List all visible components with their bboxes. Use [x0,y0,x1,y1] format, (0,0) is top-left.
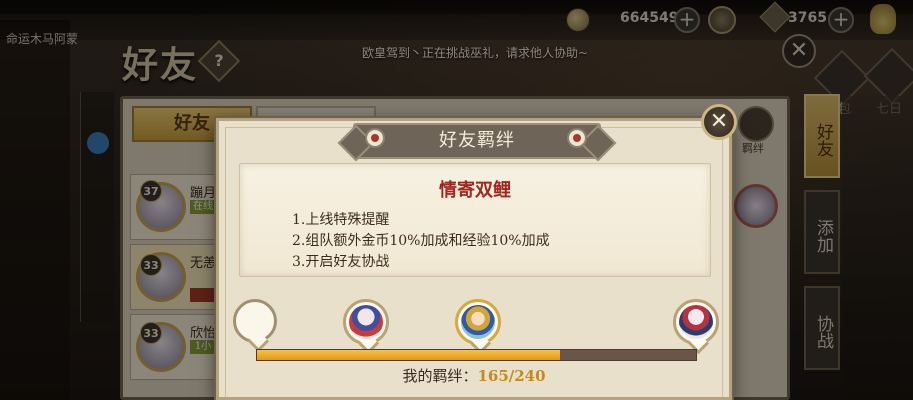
shikigami-portrait [679,305,713,339]
benefit-list: 1.上线特殊提醒 2.组队额外金币10%加成和经验10%加成 3.开启好友协战 [292,210,550,273]
bond-progress-fill [257,350,560,360]
modal-header: 好友羁绊 [353,123,601,159]
benefit-card: 情寄双鲤 1.上线特殊提醒 2.组队额外金币10%加成和经验10%加成 3.开启… [239,163,711,277]
bond-label: 我的羁绊： [402,367,478,385]
shikigami-portrait [349,305,383,339]
shikigami-portrait [461,305,495,339]
bond-tier-title: 情寄双鲤 [439,180,511,201]
bond-modal: 好友羁绊 ✕ 情寄双鲤 1.上线特殊提醒 2.组队额外金币10%加成和经验10%… [216,104,737,400]
milestone-reward-3[interactable] [673,299,719,345]
close-button[interactable]: ✕ [701,104,737,140]
list-item: 1.上线特殊提醒 [292,212,390,228]
bond-progress-bar [256,349,697,361]
milestone-empty[interactable] [233,299,277,343]
modal-title: 好友羁绊 [439,130,515,151]
ornament-icon [567,128,587,148]
bond-status: 我的羁绊：165/240 [219,365,729,386]
ornament-icon [365,128,385,148]
milestone-reward-1[interactable] [343,299,389,345]
milestone-reward-2[interactable] [455,299,501,345]
list-item: 2.组队额外金币10%加成和经验10%加成 [292,233,550,249]
list-item: 3.开启好友协战 [292,254,390,270]
bond-value: 165/240 [477,367,546,385]
